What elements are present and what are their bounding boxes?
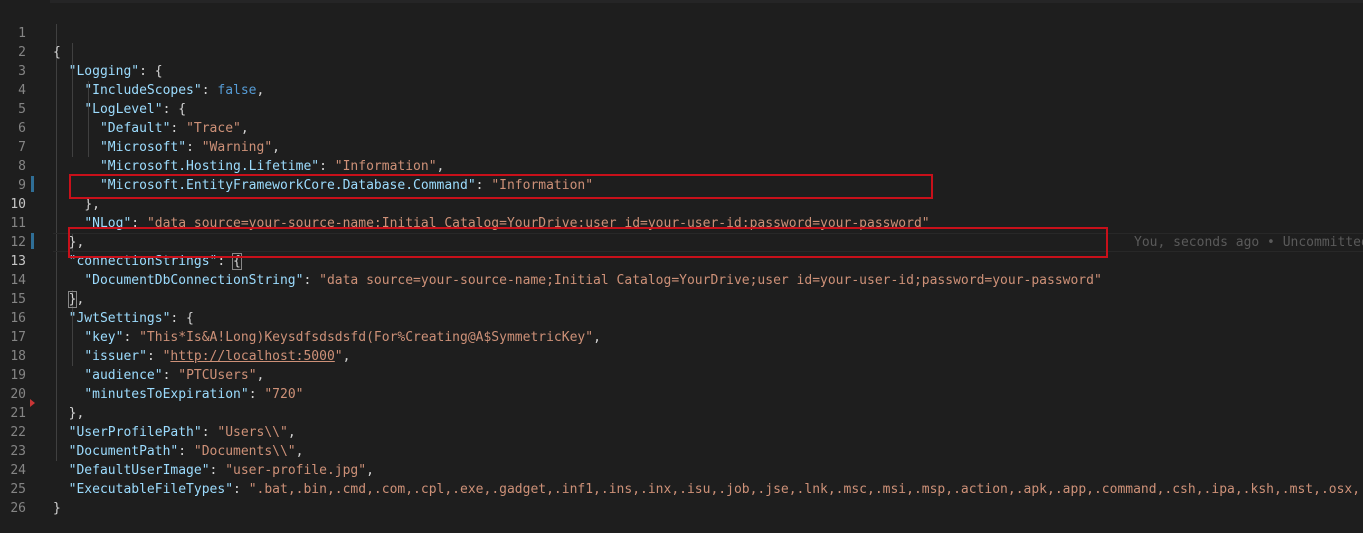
code-text: }, — [67, 291, 85, 308]
code-text: "LogLevel": { — [84, 102, 187, 117]
editor-top-strip — [0, 0, 1363, 3]
code-text: "DefaultUserImage": "user-profile.jpg", — [68, 463, 374, 478]
code-line[interactable]: 3 "IncludeScopes": false, — [0, 43, 264, 98]
git-blame-annotation: You, seconds ago • Uncommitted — [1134, 235, 1363, 250]
code-text: "ExecutableFileTypes": ".bat,.bin,.cmd,.… — [68, 482, 1363, 497]
code-text: "DocumentDbConnectionString": "data sour… — [84, 273, 1102, 288]
code-text: "IncludeScopes": false, — [84, 83, 265, 98]
code-text: "DocumentPath": "Documents\\", — [68, 444, 304, 459]
code-line[interactable]: 23 "DefaultUserImage": "user-profile.jpg… — [0, 423, 374, 478]
code-text: "Default": "Trace", — [99, 121, 249, 136]
code-text: "minutesToExpiration": "720" — [84, 387, 304, 402]
code-line[interactable]: 1 { — [0, 5, 61, 60]
code-line[interactable]: 9 }, — [0, 157, 100, 212]
code-line[interactable]: 5 "Default": "Trace", — [0, 81, 249, 136]
code-line[interactable]: 18 "audience": "PTCUsers", — [0, 328, 264, 383]
annotation-box-connection-string — [68, 227, 1108, 258]
code-line[interactable]: 4 "LogLevel": { — [0, 62, 186, 117]
code-line[interactable]: 16 "key": "This*Is&A!Long)Keysdfsdsdsfd(… — [0, 290, 601, 345]
code-text: "UserProfilePath": "Users\\", — [68, 425, 296, 440]
code-line[interactable]: 13 "DocumentDbConnectionString": "data s… — [0, 233, 1101, 288]
code-line[interactable]: 14 }, — [0, 252, 84, 308]
code-text: "Logging": { — [68, 64, 163, 79]
code-line[interactable]: 17 "issuer": "http://localhost:5000", — [0, 309, 350, 364]
code-text: "issuer": "http://localhost:5000", — [84, 349, 351, 364]
code-line[interactable]: 24 "ExecutableFileTypes": ".bat,.bin,.cm… — [0, 442, 1363, 497]
code-text: "JwtSettings": { — [68, 311, 194, 326]
code-line[interactable]: 26 — [0, 480, 31, 516]
code-line[interactable]: 10 "NLog": "data source=your-source-name… — [0, 176, 929, 231]
code-line[interactable]: 20 }, — [0, 366, 84, 421]
modified-line-marker — [31, 176, 34, 192]
code-line[interactable]: 11 }, — [0, 195, 84, 250]
code-text: } — [53, 501, 61, 516]
code-line[interactable]: 21 "UserProfilePath": "Users\\", — [0, 385, 295, 440]
code-line[interactable]: 15 "JwtSettings": { — [0, 271, 194, 326]
code-editor[interactable]: 1 { 2 "Logging": { 3 "IncludeScopes": fa… — [0, 0, 1363, 533]
code-line[interactable]: 2 "Logging": { — [0, 24, 162, 79]
code-text: { — [53, 45, 61, 60]
code-text: "key": "This*Is&A!Long)Keysdfsdsdsfd(For… — [84, 330, 601, 345]
code-line[interactable]: 6 "Microsoft": "Warning", — [0, 100, 280, 155]
code-line[interactable]: 19 "minutesToExpiration": "720" — [0, 347, 303, 402]
localhost-link[interactable]: http://localhost:5000 — [170, 349, 334, 364]
code-line[interactable]: 22 "DocumentPath": "Documents\\", — [0, 404, 303, 459]
code-text: "audience": "PTCUsers", — [84, 368, 265, 383]
annotation-box-nlog — [69, 174, 933, 199]
line-number: 26 — [10, 501, 26, 516]
code-text: }, — [68, 406, 85, 421]
code-text: "Microsoft": "Warning", — [99, 140, 280, 155]
code-line[interactable]: 25 } — [0, 461, 60, 516]
code-line[interactable]: 7 "Microsoft.Hosting.Lifetime": "Informa… — [0, 119, 444, 174]
modified-line-marker — [31, 233, 34, 249]
code-line[interactable]: 12 "connectionStrings": { — [0, 214, 242, 270]
code-line[interactable]: 8 "Microsoft.EntityFrameworkCore.Databas… — [0, 138, 593, 193]
